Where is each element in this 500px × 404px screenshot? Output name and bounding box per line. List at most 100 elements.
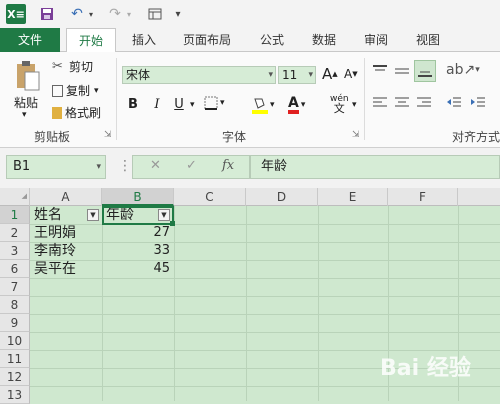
fill-handle[interactable]: [170, 221, 175, 226]
active-cell-border: [102, 206, 174, 225]
gridline: [174, 206, 175, 401]
save-icon[interactable]: [38, 4, 56, 24]
borders-button[interactable]: ▾: [204, 96, 225, 110]
tab-data[interactable]: 数据: [304, 28, 344, 52]
tab-page-layout[interactable]: 页面布局: [176, 28, 238, 52]
column-header-g[interactable]: [458, 188, 500, 206]
font-color-button[interactable]: A ▾: [288, 96, 305, 114]
tab-review[interactable]: 审阅: [356, 28, 396, 52]
name-box[interactable]: B1 ▾: [6, 155, 106, 179]
row-header-3[interactable]: 3: [0, 242, 30, 260]
align-bottom-button[interactable]: [414, 60, 436, 82]
grow-font-button[interactable]: A ▲: [322, 65, 338, 83]
format-painter-button[interactable]: 格式刷: [52, 104, 101, 121]
paste-dropdown-icon[interactable]: ▾: [22, 110, 27, 120]
orientation-button[interactable]: ab↗ ▾: [446, 62, 480, 78]
font-name-value: 宋体: [126, 68, 151, 82]
chevron-down-icon[interactable]: ▾: [308, 67, 313, 83]
name-box-value: B1: [13, 159, 31, 174]
bold-button[interactable]: B: [124, 96, 142, 114]
tab-file[interactable]: 文件: [0, 28, 60, 52]
column-header-b[interactable]: B: [102, 188, 174, 206]
cell-b2[interactable]: 27: [103, 224, 173, 242]
filter-dropdown-icon[interactable]: ▼: [87, 209, 99, 221]
fill-color-dropdown-icon[interactable]: ▾: [270, 100, 275, 110]
gridline: [318, 206, 319, 401]
undo-dropdown-icon[interactable]: ▾: [86, 4, 96, 24]
cancel-icon[interactable]: ✕: [150, 158, 161, 173]
text-orientation-icon: ab↗: [446, 62, 476, 78]
paste-icon[interactable]: [12, 58, 44, 94]
align-middle-button[interactable]: [394, 64, 410, 78]
gridline: [30, 278, 500, 279]
align-left-button[interactable]: [372, 96, 388, 110]
undo-icon[interactable]: ↶: [68, 4, 86, 24]
cell-a2[interactable]: 王明娟: [31, 224, 101, 242]
column-header-a[interactable]: A: [30, 188, 102, 206]
row-header-1[interactable]: 1: [0, 206, 30, 224]
form-icon[interactable]: [146, 4, 164, 24]
cell-a3[interactable]: 李南玲: [31, 242, 101, 260]
align-right-button[interactable]: [416, 96, 432, 110]
baidu-watermark: Bai 经验: [380, 356, 471, 381]
italic-button[interactable]: I: [148, 96, 166, 114]
font-launcher-icon[interactable]: ⇲: [352, 130, 360, 140]
align-top-button[interactable]: [372, 64, 388, 78]
row-header-12[interactable]: 12: [0, 368, 30, 386]
tab-formulas[interactable]: 公式: [252, 28, 292, 52]
tab-view[interactable]: 视图: [408, 28, 448, 52]
tab-insert[interactable]: 插入: [124, 28, 164, 52]
align-center-button[interactable]: [394, 96, 410, 110]
font-color-dropdown-icon[interactable]: ▾: [301, 100, 306, 110]
formula-input[interactable]: 年龄: [250, 155, 500, 179]
increase-indent-button[interactable]: [470, 96, 486, 110]
paste-button[interactable]: 粘贴: [14, 94, 38, 111]
name-box-dropdown-icon[interactable]: ▾: [96, 156, 101, 178]
excel-logo-icon: X≡: [6, 4, 26, 24]
enter-icon[interactable]: ✓: [186, 158, 197, 173]
chevron-down-icon[interactable]: ▾: [268, 67, 273, 83]
font-size-combo[interactable]: 11 ▾: [278, 66, 316, 84]
redo-dropdown-icon[interactable]: ▾: [124, 4, 134, 24]
row-header-11[interactable]: 11: [0, 350, 30, 368]
row-header-2[interactable]: 2: [0, 224, 30, 242]
row-header-8[interactable]: 8: [0, 296, 30, 314]
tab-home[interactable]: 开始: [66, 28, 116, 53]
row-header-7[interactable]: 7: [0, 278, 30, 296]
row-header-13[interactable]: 13: [0, 386, 30, 404]
orientation-dropdown-icon[interactable]: ▾: [475, 65, 480, 75]
column-header-f[interactable]: F: [388, 188, 458, 206]
clipboard-launcher-icon[interactable]: ⇲: [104, 130, 112, 140]
fill-color-button[interactable]: ▾: [252, 96, 275, 114]
phonetic-button[interactable]: wén 文: [330, 94, 349, 114]
increase-indent-icon: [471, 97, 485, 107]
redo-icon[interactable]: ↷: [106, 4, 124, 24]
font-name-combo[interactable]: 宋体 ▾: [122, 66, 276, 84]
copy-dropdown-icon[interactable]: ▾: [94, 86, 99, 96]
decrease-indent-button[interactable]: [446, 96, 462, 110]
decrease-indent-icon: [447, 97, 461, 107]
cell-b6[interactable]: 45: [103, 260, 173, 278]
cell-b3[interactable]: 33: [103, 242, 173, 260]
phonetic-dropdown-icon[interactable]: ▾: [352, 100, 357, 110]
title-bar: X≡ ↶ ▾ ↷ ▾ ▾: [0, 0, 500, 28]
row-header-10[interactable]: 10: [0, 332, 30, 350]
column-header-c[interactable]: C: [174, 188, 246, 206]
underline-dropdown-icon[interactable]: ▾: [190, 100, 195, 110]
select-all-corner[interactable]: ◢: [0, 188, 30, 206]
row-header-9[interactable]: 9: [0, 314, 30, 332]
shrink-font-button[interactable]: A ▼: [344, 67, 358, 81]
cut-button[interactable]: ✂ 剪切: [52, 58, 93, 75]
row-header-6[interactable]: 6: [0, 260, 30, 278]
align-center-icon: [395, 97, 409, 107]
cell-a6[interactable]: 吴平在: [31, 260, 101, 278]
borders-dropdown-icon[interactable]: ▾: [220, 98, 225, 108]
gridline: [30, 332, 500, 333]
underline-button[interactable]: U: [170, 96, 188, 114]
align-middle-icon: [395, 68, 409, 74]
copy-button[interactable]: 复制 ▾: [52, 82, 99, 99]
insert-function-icon[interactable]: fx: [222, 158, 234, 173]
column-header-d[interactable]: D: [246, 188, 318, 206]
column-header-e[interactable]: E: [318, 188, 388, 206]
customize-qat-icon[interactable]: ▾: [172, 4, 184, 24]
